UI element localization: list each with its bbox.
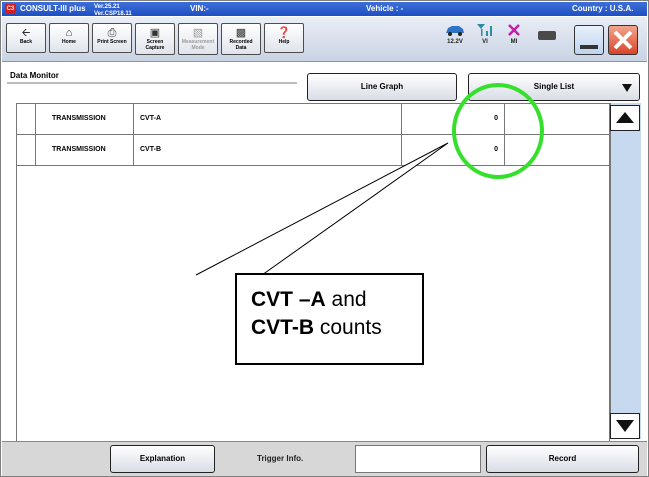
system-cell: TRANSMISSION xyxy=(36,135,134,165)
print-screen-label: Print Screen xyxy=(97,39,127,45)
signal-icon xyxy=(477,24,492,36)
record-button[interactable]: Record xyxy=(486,445,639,473)
consult-logo-icon: C3 xyxy=(5,4,16,14)
callout-line-2: CVT-B counts xyxy=(251,314,422,342)
close-button[interactable] xyxy=(608,25,638,55)
callout-and: and xyxy=(325,288,367,311)
scroll-up-button[interactable] xyxy=(610,105,640,131)
home-button[interactable]: ⌂ Home xyxy=(49,23,89,53)
minimize-icon xyxy=(580,45,598,49)
bottom-bar: Explanation Trigger Info. Record xyxy=(2,441,647,476)
toolbar: 🡨 Back ⌂ Home ⎙ Print Screen ▣ Screen Ca… xyxy=(2,17,647,62)
home-icon: ⌂ xyxy=(65,27,73,39)
measurement-label-2: Mode xyxy=(191,45,205,51)
screen-capture-button[interactable]: ▣ Screen Capture xyxy=(135,23,175,55)
country-label: Country : U.S.A. xyxy=(572,4,634,13)
single-list-label: Single List xyxy=(533,82,575,91)
callout-box: CVT –A and CVT-B counts xyxy=(235,273,424,365)
app-name: CONSULT-III plus xyxy=(20,4,86,13)
item-cell: CVT-B xyxy=(134,135,402,165)
app-window: C3 CONSULT-III plus Ver.25.21 Ver.CSP18.… xyxy=(0,0,649,477)
battery-status: 12.2V xyxy=(444,23,466,45)
line-graph-button[interactable]: Line Graph xyxy=(307,73,457,101)
back-label: Back xyxy=(20,39,32,45)
screen-capture-label-2: Capture xyxy=(145,45,165,51)
explanation-button[interactable]: Explanation xyxy=(110,445,215,473)
system-cell: TRANSMISSION xyxy=(36,104,134,134)
arrow-down-icon xyxy=(616,420,634,432)
vehicle-label: Vehicle : - xyxy=(366,4,404,13)
battery-voltage: 12.2V xyxy=(447,39,463,45)
car-icon xyxy=(446,26,464,36)
version-info: Ver.25.21 Ver.CSP18.11 xyxy=(94,4,132,18)
help-label: Help xyxy=(278,39,290,45)
mi-disconnected-icon xyxy=(508,24,520,36)
print-screen-button[interactable]: ⎙ Print Screen xyxy=(92,23,132,53)
measurement-mode-button[interactable]: ▧ Measurement Mode xyxy=(178,23,218,55)
vertical-scrollbar[interactable] xyxy=(610,103,641,439)
connection-indicator-icon xyxy=(538,31,556,40)
callout-cvt-a: CVT –A xyxy=(251,288,326,311)
recorded-data-icon: ▩ xyxy=(235,27,247,39)
vi-status: VI xyxy=(476,23,494,45)
help-button[interactable]: ❓ Help xyxy=(264,23,304,53)
mi-status: MI xyxy=(506,23,522,45)
highlight-circle xyxy=(452,83,544,179)
title-underline xyxy=(7,82,297,84)
trigger-info-field xyxy=(355,445,481,473)
recorded-data-button[interactable]: ▩ Recorded Data xyxy=(221,23,261,55)
title-bar: C3 CONSULT-III plus Ver.25.21 Ver.CSP18.… xyxy=(2,2,647,18)
vin-label: VIN:- xyxy=(190,4,209,13)
item-cell: CVT-A xyxy=(134,104,402,134)
measurement-icon: ▧ xyxy=(192,27,204,39)
trigger-info-label: Trigger Info. xyxy=(257,454,304,463)
row-select-cell[interactable] xyxy=(17,135,36,165)
callout-cvt-b: CVT-B xyxy=(251,316,314,339)
back-arrow-icon: 🡨 xyxy=(21,27,31,39)
page-title: Data Monitor xyxy=(10,71,59,80)
scroll-down-button[interactable] xyxy=(610,413,640,439)
back-button[interactable]: 🡨 Back xyxy=(6,23,46,53)
printer-icon: ⎙ xyxy=(107,27,117,39)
version-line-1: Ver.25.21 xyxy=(94,4,120,10)
callout-counts: counts xyxy=(314,316,382,339)
recorded-data-label-2: Data xyxy=(235,45,247,51)
chevron-down-icon xyxy=(622,84,632,92)
callout-line-1: CVT –A and xyxy=(251,286,422,314)
close-icon xyxy=(613,30,633,50)
data-monitor-header: Data Monitor Line Graph Single List xyxy=(2,63,647,101)
row-select-cell[interactable] xyxy=(17,104,36,134)
home-label: Home xyxy=(62,39,76,45)
minimize-button[interactable] xyxy=(574,25,604,55)
arrow-up-icon xyxy=(616,112,634,123)
help-icon: ❓ xyxy=(277,27,291,39)
mi-label: MI xyxy=(510,39,518,45)
camera-icon: ▣ xyxy=(149,27,161,39)
vi-label: VI xyxy=(482,39,488,45)
